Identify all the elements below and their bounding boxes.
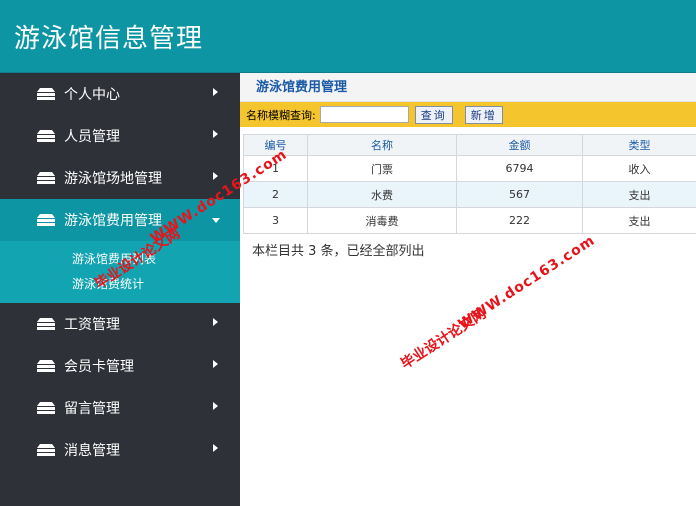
column-header-name[interactable]: 名称 xyxy=(307,134,457,156)
cell-name: 水费 xyxy=(307,181,457,208)
cell-id: 3 xyxy=(243,207,308,234)
breadcrumb: 游泳馆费用管理 xyxy=(240,73,696,102)
main-content: 游泳馆费用管理 名称模糊查询: 查询 新增 编号 名称 金额 类型 1 门票 6… xyxy=(240,73,696,506)
table-header-row: 编号 名称 金额 类型 xyxy=(243,134,696,156)
sidebar-item-personal-center[interactable]: 个人中心 xyxy=(0,73,240,115)
chevron-right-icon xyxy=(213,318,218,326)
sidebar-submenu-fees: 游泳馆费用列表 游泳馆费统计 xyxy=(0,241,240,303)
sidebar-subitem-fee-list[interactable]: 游泳馆费用列表 xyxy=(0,247,240,272)
cell-type: 支出 xyxy=(582,181,696,208)
sidebar-item-label: 个人中心 xyxy=(64,87,120,103)
sidebar-item-fees[interactable]: 游泳馆费用管理 xyxy=(0,199,240,241)
menu-icon xyxy=(37,129,55,143)
sidebar-item-salary[interactable]: 工资管理 xyxy=(0,303,240,345)
sidebar-item-label: 游泳馆场地管理 xyxy=(64,171,162,187)
menu-icon xyxy=(37,213,55,227)
cell-id: 2 xyxy=(243,181,308,208)
sidebar-item-staff[interactable]: 人员管理 xyxy=(0,115,240,157)
sidebar-item-notices[interactable]: 消息管理 xyxy=(0,429,240,471)
app-header: 游泳馆信息管理 xyxy=(0,0,696,72)
chevron-right-icon xyxy=(213,130,218,138)
column-header-type[interactable]: 类型 xyxy=(582,134,696,156)
menu-icon xyxy=(37,359,55,373)
cell-type: 支出 xyxy=(582,207,696,234)
record-summary: 本栏目共 3 条，已经全部列出 xyxy=(252,244,425,259)
cell-name: 门票 xyxy=(307,155,457,182)
sidebar-subitem-fee-stats[interactable]: 游泳馆费统计 xyxy=(0,272,240,297)
sidebar: 个人中心 人员管理 游泳馆场地管理 游泳馆费用管理 游泳馆费用列表 游泳馆费统计… xyxy=(0,73,240,506)
chevron-right-icon xyxy=(213,360,218,368)
sidebar-item-label: 人员管理 xyxy=(64,129,120,145)
column-header-id[interactable]: 编号 xyxy=(243,134,308,156)
cell-amount: 567 xyxy=(456,181,583,208)
fee-table: 编号 名称 金额 类型 1 门票 6794 收入 2 水费 567 支出 3 消… xyxy=(243,134,696,234)
sidebar-item-venue[interactable]: 游泳馆场地管理 xyxy=(0,157,240,199)
menu-icon xyxy=(37,171,55,185)
add-button[interactable]: 新增 xyxy=(464,105,503,124)
chevron-right-icon xyxy=(213,88,218,96)
table-row[interactable]: 3 消毒费 222 支出 xyxy=(243,207,696,234)
query-button[interactable]: 查询 xyxy=(414,105,453,124)
sidebar-item-label: 留言管理 xyxy=(64,401,120,417)
sidebar-item-member-card[interactable]: 会员卡管理 xyxy=(0,345,240,387)
search-bar: 名称模糊查询: 查询 新增 xyxy=(240,102,696,127)
sidebar-item-label: 会员卡管理 xyxy=(64,359,134,375)
cell-name: 消毒费 xyxy=(307,207,457,234)
chevron-right-icon xyxy=(213,402,218,410)
cell-amount: 222 xyxy=(456,207,583,234)
app-title: 游泳馆信息管理 xyxy=(14,23,204,54)
sidebar-item-messages[interactable]: 留言管理 xyxy=(0,387,240,429)
chevron-right-icon xyxy=(213,172,218,180)
search-label: 名称模糊查询: xyxy=(246,108,316,122)
menu-icon xyxy=(37,401,55,415)
cell-type: 收入 xyxy=(582,155,696,182)
search-input[interactable] xyxy=(319,106,409,123)
cell-id: 1 xyxy=(243,155,308,182)
menu-icon xyxy=(37,87,55,101)
sidebar-item-label: 消息管理 xyxy=(64,443,120,459)
chevron-down-icon xyxy=(212,218,220,223)
sidebar-item-label: 工资管理 xyxy=(64,317,120,333)
menu-icon xyxy=(37,317,55,331)
column-header-amount[interactable]: 金额 xyxy=(456,134,583,156)
table-row[interactable]: 1 门票 6794 收入 xyxy=(243,155,696,182)
menu-icon xyxy=(37,443,55,457)
chevron-right-icon xyxy=(213,444,218,452)
cell-amount: 6794 xyxy=(456,155,583,182)
table-row[interactable]: 2 水费 567 支出 xyxy=(243,181,696,208)
sidebar-item-label: 游泳馆费用管理 xyxy=(64,213,162,229)
